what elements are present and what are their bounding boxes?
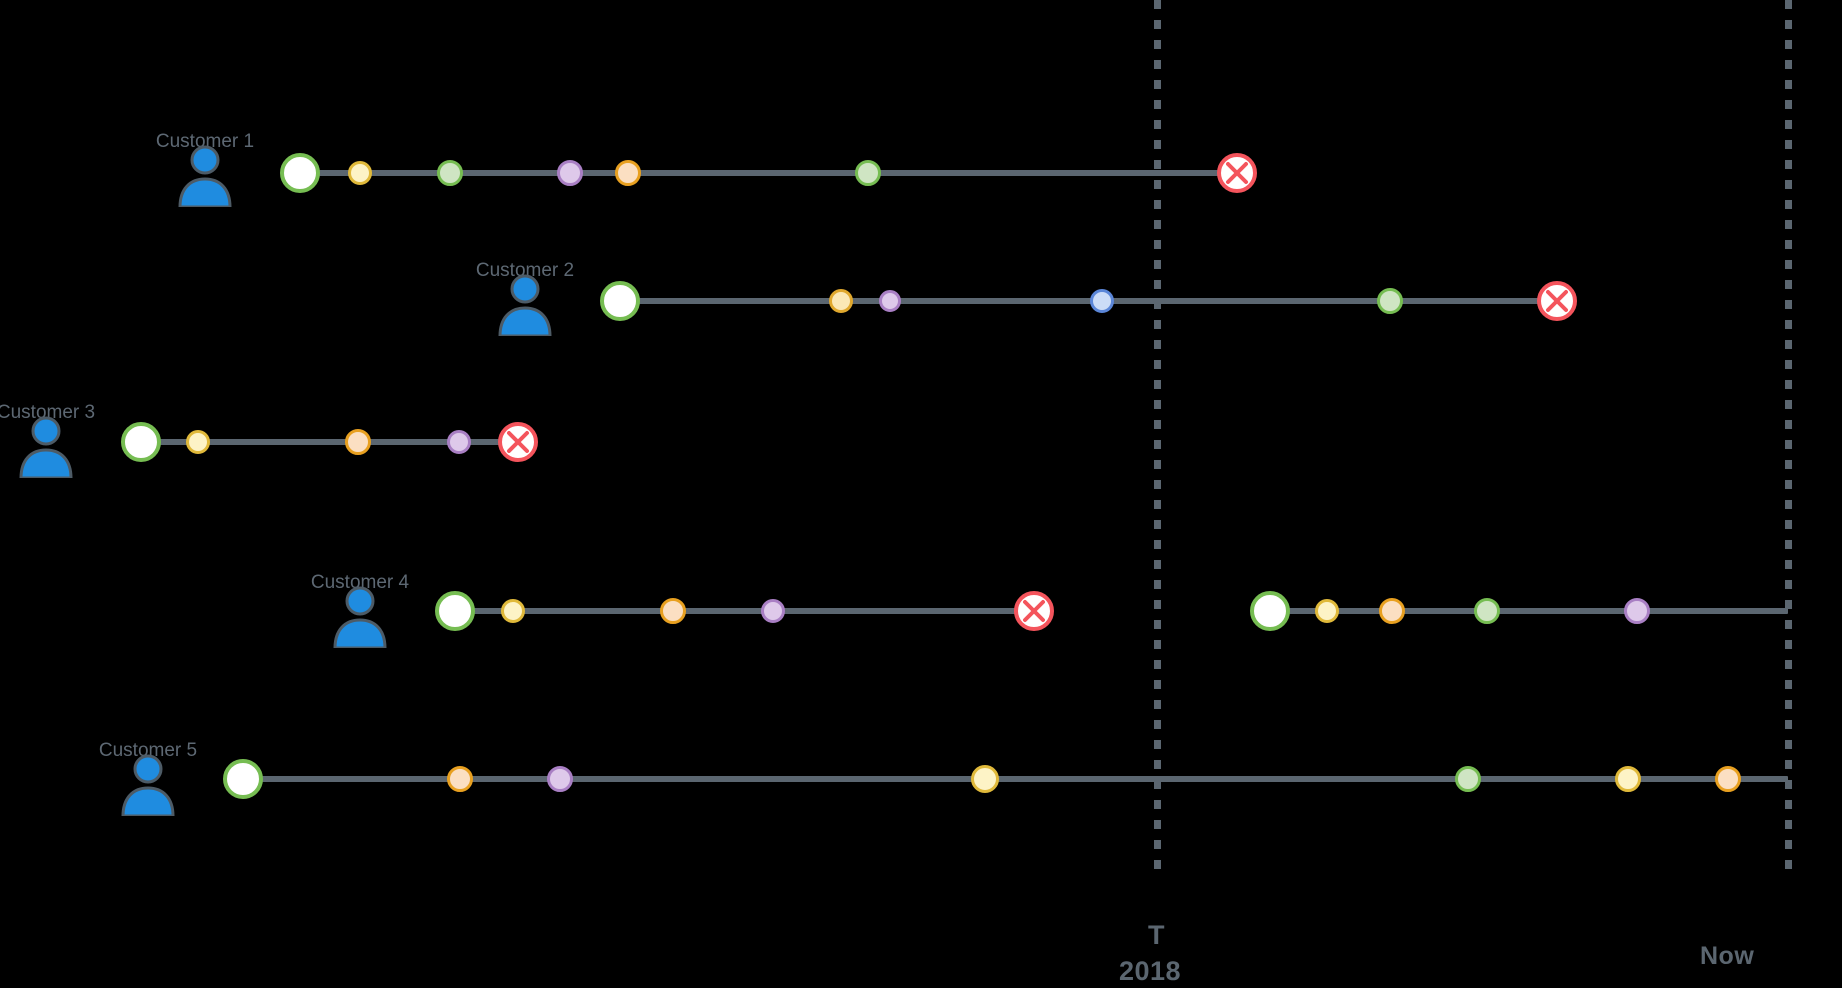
- event-marker-yellow_pale[interactable]: [1615, 766, 1641, 792]
- event-marker-yellow_pale[interactable]: [186, 430, 210, 454]
- event-marker-blue[interactable]: [1090, 289, 1114, 313]
- person-icon-customer-2: [496, 274, 554, 336]
- time-marker-sublabel-T: 2018: [1119, 956, 1182, 986]
- signup-node[interactable]: [435, 591, 475, 631]
- signup-node[interactable]: [600, 281, 640, 321]
- event-marker-yellow_pale[interactable]: [971, 765, 999, 793]
- person-icon-customer-3: [17, 416, 75, 478]
- event-marker-green_light[interactable]: [437, 160, 463, 186]
- event-marker-purple[interactable]: [557, 160, 583, 186]
- event-marker-orange_pale[interactable]: [615, 160, 641, 186]
- time-marker-label-now: Now: [1700, 942, 1755, 970]
- person-icon-customer-5: [119, 754, 177, 816]
- churn-node[interactable]: [496, 420, 540, 464]
- event-marker-purple[interactable]: [879, 290, 901, 312]
- timeline-track: [620, 298, 1557, 304]
- timeline-track: [1270, 608, 1788, 614]
- timeline-diagram: T 2018 Now Customer 1 Customer 2 Customer 3 Cu…: [0, 0, 1842, 988]
- event-marker-orange_pale[interactable]: [447, 766, 473, 792]
- event-marker-orange_pale[interactable]: [1715, 766, 1741, 792]
- event-marker-yellow_pale[interactable]: [501, 599, 525, 623]
- churn-node[interactable]: [1012, 589, 1056, 633]
- event-marker-purple[interactable]: [547, 766, 573, 792]
- event-marker-green_light[interactable]: [1474, 598, 1500, 624]
- signup-node[interactable]: [121, 422, 161, 462]
- churn-node[interactable]: [1535, 279, 1579, 323]
- churn-node[interactable]: [1215, 151, 1259, 195]
- event-marker-orange_pale[interactable]: [1379, 598, 1405, 624]
- event-marker-green_light[interactable]: [1455, 766, 1481, 792]
- event-marker-green_light[interactable]: [1377, 288, 1403, 314]
- event-marker-purple[interactable]: [1624, 598, 1650, 624]
- signup-node[interactable]: [223, 759, 263, 799]
- signup-node[interactable]: [1250, 591, 1290, 631]
- time-marker-line-now: [1785, 0, 1792, 880]
- person-icon-customer-1: [176, 145, 234, 207]
- event-marker-orange_pale[interactable]: [345, 429, 371, 455]
- event-marker-yellow_mid[interactable]: [829, 289, 853, 313]
- person-icon-customer-4: [331, 586, 389, 648]
- timeline-track: [243, 776, 1788, 782]
- time-marker-label-T: T: [1148, 920, 1165, 950]
- event-marker-yellow_pale[interactable]: [348, 161, 372, 185]
- event-marker-purple[interactable]: [447, 430, 471, 454]
- time-marker-line-T: [1154, 0, 1161, 880]
- event-marker-green_light[interactable]: [855, 160, 881, 186]
- event-marker-purple[interactable]: [761, 599, 785, 623]
- timeline-track: [455, 608, 1034, 614]
- event-marker-yellow_pale[interactable]: [1315, 599, 1339, 623]
- signup-node[interactable]: [280, 153, 320, 193]
- event-marker-orange_pale[interactable]: [660, 598, 686, 624]
